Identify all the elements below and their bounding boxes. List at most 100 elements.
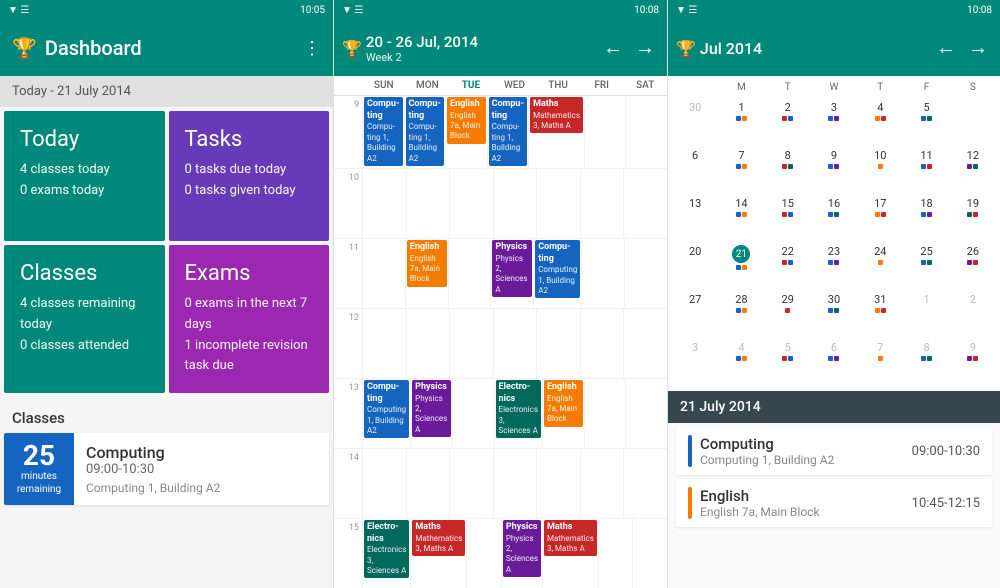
today-card[interactable]: Today 4 classes today 0 exams today (4, 111, 165, 241)
event-electronics-wed13[interactable]: Electro-nics Electronics 3, Sciences A (496, 380, 541, 439)
month-week-3: 13 14 15 16 17 18 19 (672, 195, 996, 241)
month-day-6[interactable]: 6 (672, 147, 718, 193)
month-day-25[interactable]: 25 (903, 243, 949, 289)
month-day-9next[interactable]: 9 (950, 339, 996, 385)
month-day-15[interactable]: 15 (765, 195, 811, 241)
month-day-1[interactable]: 1 (718, 99, 764, 145)
month-day-2[interactable]: 2 (765, 99, 811, 145)
month-day-22[interactable]: 22 (765, 243, 811, 289)
month-day-10[interactable]: 10 (857, 147, 903, 193)
month-day-11[interactable]: 11 (903, 147, 949, 193)
month-prev-button[interactable]: ← (932, 33, 960, 64)
slot-13-thu[interactable]: English English 7a, Main Block (542, 379, 584, 448)
slot-15-thu[interactable]: Maths Mathematics 3, Maths A (542, 519, 598, 588)
event-english-mon11[interactable]: English English 7a, Main Block (407, 240, 447, 287)
today-title: Today (20, 127, 149, 152)
slot-15-mon[interactable]: Maths Mathematics 3, Maths A (410, 519, 466, 588)
slot-11-mon[interactable]: English English 7a, Main Block (405, 239, 448, 308)
event-computing-mon9[interactable]: Compu-ting Compu-ting 1, Building A2 (406, 97, 445, 166)
agenda-detail-english: English 7a, Main Block (700, 505, 904, 519)
dashboard-topbar: ▼ ☰ 10:05 🏆 Dashboard ⋮ (0, 0, 333, 76)
month-day-5next[interactable]: 5 (765, 339, 811, 385)
month-day-7next[interactable]: 7 (857, 339, 903, 385)
event-computing-thu11[interactable]: Compu-ting Computing 1, Building A2 (535, 240, 580, 299)
month-day-20[interactable]: 20 (672, 243, 718, 289)
month-day-9[interactable]: 9 (811, 147, 857, 193)
slot-9-tue[interactable]: English English 7a, Main Block (445, 96, 487, 168)
slot-10-wed (493, 169, 537, 238)
month-next-button[interactable]: → (964, 33, 992, 64)
month-day-3[interactable]: 3 (811, 99, 857, 145)
time-label-9: 9 (334, 96, 362, 168)
slot-9-sun[interactable]: Compu-ting Compu-ting 1, Building A2 (362, 96, 404, 168)
tasks-card[interactable]: Tasks 0 tasks due today 0 tasks given to… (169, 111, 330, 241)
event-computing-sun13[interactable]: Compu-ting Computing 1, Building A2 (364, 380, 409, 439)
week-next-button[interactable]: → (631, 33, 659, 64)
month-day-4next[interactable]: 4 (718, 339, 764, 385)
month-day-6next[interactable]: 6 (811, 339, 857, 385)
event-maths-thu15[interactable]: Maths Mathematics 3, Maths A (544, 520, 597, 556)
slot-9-thu[interactable]: Maths Mathematics 3, Maths A (528, 96, 584, 168)
slot-11-wed[interactable]: Physics Physics 2, Sciences A (490, 239, 533, 308)
exams-title: Exams (185, 261, 314, 286)
month-day-31[interactable]: 31 (857, 291, 903, 337)
week-calendar-header: 🏆 20 - 26 Jul, 2014 Week 2 ← → (334, 20, 667, 76)
month-day-8next[interactable]: 8 (903, 339, 949, 385)
month-day-29[interactable]: 29 (765, 291, 811, 337)
month-day-27[interactable]: 27 (672, 291, 718, 337)
slot-9-wed[interactable]: Compu-ting Compu-ting 1, Building A2 (487, 96, 529, 168)
month-day-headers: M T W T F S (672, 80, 996, 95)
month-day-21[interactable]: 21 (718, 243, 764, 289)
month-day-1next[interactable]: 1 (903, 291, 949, 337)
event-computing-sun9[interactable]: Compu-ting Compu-ting 1, Building A2 (364, 97, 403, 166)
agenda-item-english[interactable]: English English 7a, Main Block 10:45-12:… (676, 479, 992, 527)
event-physics-wed11[interactable]: Physics Physics 2, Sciences A (492, 240, 532, 297)
event-electronics-sun15[interactable]: Electro-nics Electronics 3, Sciences A (364, 520, 409, 579)
class-list-item[interactable]: 25 minutesremaining Computing 09:00-10:3… (4, 433, 329, 505)
more-icon[interactable]: ⋮ (303, 38, 321, 59)
month-day-4[interactable]: 4 (857, 99, 903, 145)
month-day-24[interactable]: 24 (857, 243, 903, 289)
time-1: 10:05 (300, 5, 325, 16)
slot-9-mon[interactable]: Compu-ting Compu-ting 1, Building A2 (404, 96, 446, 168)
month-day-3next[interactable]: 3 (672, 339, 718, 385)
month-day-30prev[interactable]: 30 (672, 99, 718, 145)
signal-icon-2: ▼ ☰ (342, 5, 363, 16)
event-english-thu13[interactable]: English English 7a, Main Block (544, 380, 583, 427)
month-day-7[interactable]: 7 (718, 147, 764, 193)
slot-11-thu[interactable]: Compu-ting Computing 1, Building A2 (533, 239, 581, 308)
week-prev-button[interactable]: ← (599, 33, 627, 64)
month-day-13[interactable]: 13 (672, 195, 718, 241)
month-day-18[interactable]: 18 (903, 195, 949, 241)
event-physics-mon13[interactable]: Physics Physics 2, Sciences A (412, 380, 451, 437)
agenda-item-computing[interactable]: Computing Computing 1, Building A2 09:00… (676, 427, 992, 475)
exams-card[interactable]: Exams 0 exams in the next 7 days 1 incom… (169, 245, 330, 393)
event-english-tue9[interactable]: English English 7a, Main Block (447, 97, 486, 144)
classes-card[interactable]: Classes 4 classes remaining today 0 clas… (4, 245, 165, 393)
month-day-17[interactable]: 17 (857, 195, 903, 241)
event-computing-wed9[interactable]: Compu-ting Compu-ting 1, Building A2 (489, 97, 528, 166)
month-day-8[interactable]: 8 (765, 147, 811, 193)
month-day-26[interactable]: 26 (950, 243, 996, 289)
month-day-14[interactable]: 14 (718, 195, 764, 241)
classes-section-title: Classes (0, 397, 333, 433)
month-day-28[interactable]: 28 (718, 291, 764, 337)
month-header-m: M (718, 80, 764, 95)
event-maths-thu9[interactable]: Maths Mathematics 3, Maths A (530, 97, 583, 133)
slot-15-wed[interactable]: Physics Physics 2, Sciences A (501, 519, 542, 588)
month-day-12[interactable]: 12 (950, 147, 996, 193)
slot-15-sun[interactable]: Electro-nics Electronics 3, Sciences A (362, 519, 410, 588)
month-day-16[interactable]: 16 (811, 195, 857, 241)
event-maths-mon15[interactable]: Maths Mathematics 3, Maths A (412, 520, 465, 556)
slot-13-mon[interactable]: Physics Physics 2, Sciences A (410, 379, 452, 448)
time-row-12: 12 (334, 309, 667, 379)
month-day-23[interactable]: 23 (811, 243, 857, 289)
slot-13-wed[interactable]: Electro-nics Electronics 3, Sciences A (494, 379, 542, 448)
slot-13-sun[interactable]: Compu-ting Computing 1, Building A2 (362, 379, 410, 448)
month-day-5[interactable]: 5 (903, 99, 949, 145)
month-day-19[interactable]: 19 (950, 195, 996, 241)
event-physics-wed15[interactable]: Physics Physics 2, Sciences A (503, 520, 541, 577)
slot-10-tue (449, 169, 493, 238)
month-day-2next[interactable]: 2 (950, 291, 996, 337)
month-day-30[interactable]: 30 (811, 291, 857, 337)
